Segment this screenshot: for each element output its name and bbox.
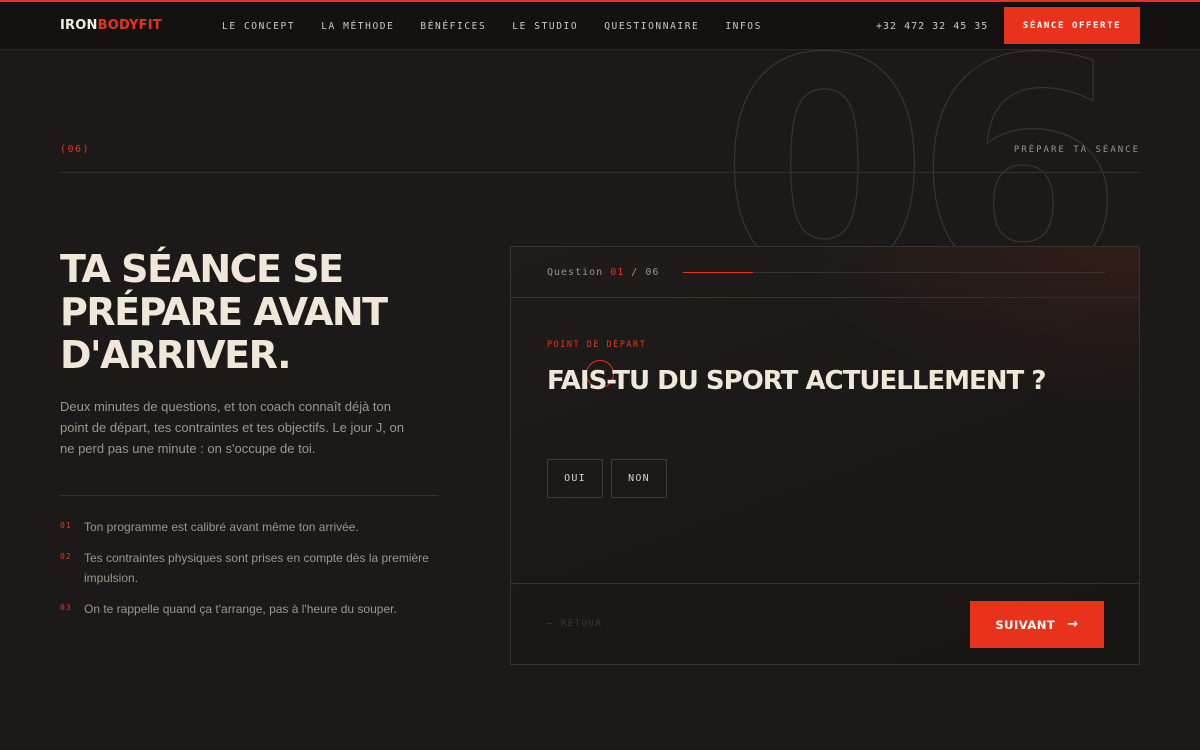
question-current: 01 — [610, 267, 625, 278]
question-header: Question 01 / 06 — [511, 247, 1139, 298]
nav-item-concept[interactable]: LE CONCEPT — [222, 21, 295, 32]
page-title: TA SÉANCE SE PRÉPARE AVANT D'ARRIVER. — [60, 247, 388, 377]
next-button-label: SUIVANT — [995, 617, 1056, 632]
free-session-button[interactable]: SÉANCE OFFERTE — [1004, 7, 1140, 44]
nav-item-infos[interactable]: INFOS — [725, 21, 762, 32]
brand-logo[interactable]: IRONBODYFIT — [60, 18, 162, 33]
nav-item-methode[interactable]: LA MÉTHODE — [321, 21, 394, 32]
section-number: (06) — [60, 144, 91, 155]
question-counter-label: Question — [547, 267, 604, 278]
card-footer-divider — [511, 583, 1139, 584]
answer-no-button[interactable]: NON — [611, 459, 667, 498]
nav-item-questionnaire[interactable]: QUESTIONNAIRE — [604, 21, 699, 32]
left-divider — [60, 495, 438, 496]
question-separator: / — [631, 267, 639, 278]
question-category-tag: POINT DE DÉPART — [547, 340, 647, 350]
list-item-text: Ton programme est calibré avant même ton… — [84, 520, 359, 534]
arrow-right-icon: → — [1067, 617, 1079, 632]
benefit-list: 01 Ton programme est calibré avant même … — [60, 517, 440, 630]
brand-logo-part-1: IRON — [60, 18, 98, 33]
list-item: 03 On te rappelle quand ça t'arrange, pa… — [60, 599, 440, 619]
list-item: 02 Tes contraintes physiques sont prises… — [60, 548, 440, 588]
question-title: FAIS-TU DU SPORT ACTUELLEMENT ? — [547, 366, 1046, 396]
list-item-number: 03 — [60, 603, 72, 612]
list-item-number: 01 — [60, 521, 72, 530]
main-nav: LE CONCEPT LA MÉTHODE BÉNÉFICES LE STUDI… — [222, 21, 762, 32]
hero-lead-text: Deux minutes de questions, et ton coach … — [60, 399, 404, 456]
list-item-number: 02 — [60, 552, 72, 561]
progress-bar — [683, 272, 1105, 273]
section-label: PRÉPARE TA SÉANCE — [1013, 145, 1140, 155]
site-header: IRONBODYFIT LE CONCEPT LA MÉTHODE BÉNÉFI… — [0, 2, 1200, 50]
next-button[interactable]: SUIVANT → — [970, 601, 1104, 648]
progress-bar-fill — [683, 272, 754, 273]
list-item: 01 Ton programme est calibré avant même … — [60, 517, 440, 537]
phone-number-link[interactable]: +32 472 32 45 35 — [876, 21, 988, 32]
list-item-text: Tes contraintes physiques sont prises en… — [84, 551, 429, 585]
brand-logo-part-2: BODYFIT — [97, 18, 162, 33]
nav-item-benefices[interactable]: BÉNÉFICES — [420, 21, 486, 32]
answer-options: OUI NON — [547, 459, 667, 498]
question-counter: Question 01 / 06 — [547, 267, 659, 278]
list-item-text: On te rappelle quand ça t'arrange, pas à… — [84, 602, 397, 616]
questionnaire-card: Question 01 / 06 POINT DE DÉPART FAIS-TU… — [510, 246, 1140, 665]
answer-yes-button[interactable]: OUI — [547, 459, 603, 498]
question-total: 06 — [645, 267, 660, 278]
back-button[interactable]: ← RETOUR — [547, 619, 602, 629]
section-divider — [60, 172, 1140, 173]
nav-item-studio[interactable]: LE STUDIO — [512, 21, 578, 32]
